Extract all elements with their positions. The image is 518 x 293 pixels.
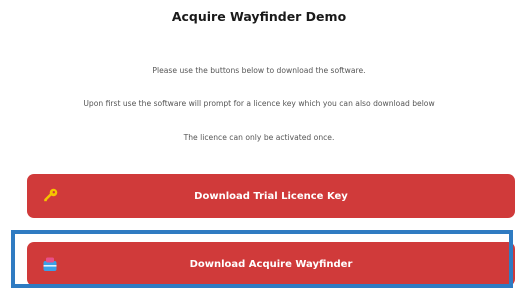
- instruction-activation: The licence can only be activated once.: [183, 133, 335, 142]
- download-trial-licence-key-label: Download Trial Licence Key: [194, 190, 348, 202]
- key-icon: [41, 187, 59, 205]
- page-title: Acquire Wayfinder Demo: [171, 9, 347, 24]
- download-acquire-wayfinder-button[interactable]: Download Acquire Wayfinder: [27, 242, 515, 286]
- package-icon: [41, 255, 59, 273]
- download-acquire-wayfinder-label: Download Acquire Wayfinder: [189, 258, 353, 270]
- instruction-download: Please use the buttons below to download…: [152, 66, 366, 75]
- instruction-licence-prompt: Upon first use the software will prompt …: [83, 99, 435, 108]
- download-trial-licence-key-button[interactable]: Download Trial Licence Key: [27, 174, 515, 218]
